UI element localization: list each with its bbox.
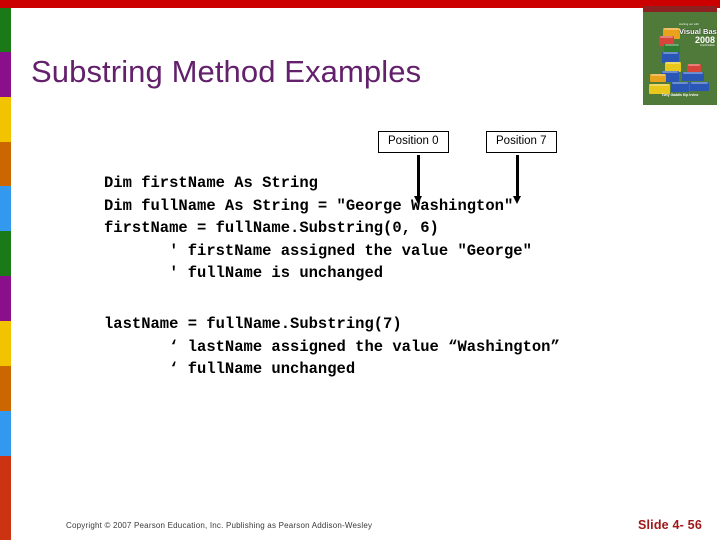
lego-brick-icon (687, 64, 701, 72)
cover-edition-label: Fourth Edition (700, 43, 715, 47)
cover-banner (643, 6, 717, 12)
lego-brick-icon (682, 72, 704, 81)
cover-authors-label: Tony Gaddis Kip Irvine (661, 93, 699, 97)
stripe-segment-0-green (0, 8, 11, 52)
stripe-segment-3-orange (0, 142, 11, 186)
textbook-cover-logo: starting out with Visual Basic 2008 Four… (643, 6, 717, 105)
callout-position-7: Position 7 (486, 131, 557, 153)
callout-position-0: Position 0 (378, 131, 449, 153)
page-title: Substring Method Examples (31, 54, 422, 89)
top-accent-bar (0, 0, 720, 8)
footer-copyright: Copyright © 2007 Pearson Education, Inc.… (66, 521, 373, 530)
stripe-segment-1-purple (0, 52, 11, 97)
stripe-segment-7-yellow (0, 321, 11, 366)
code-block-substring-start-only: lastName = fullName.Substring(7) ‘ lastN… (104, 315, 560, 378)
lego-brick-icon (650, 74, 666, 82)
lego-brick-icon (671, 82, 689, 92)
cover-title-group: starting out with Visual Basic 2008 Four… (679, 23, 717, 47)
left-color-stripe (0, 8, 11, 540)
lego-brick-icon (690, 82, 709, 91)
stripe-segment-2-yellow (0, 97, 11, 142)
stripe-segment-5-green (0, 231, 11, 276)
footer-slide-number: Slide 4- 56 (637, 518, 702, 532)
stripe-segment-10-red (0, 456, 11, 540)
stripe-segment-9-blue (0, 411, 11, 456)
stripe-segment-8-orange (0, 366, 11, 411)
stripe-segment-6-purple (0, 276, 11, 321)
code-block-substring-start-length: Dim firstName As String Dim fullName As … (104, 174, 532, 282)
stripe-segment-4-blue (0, 186, 11, 231)
